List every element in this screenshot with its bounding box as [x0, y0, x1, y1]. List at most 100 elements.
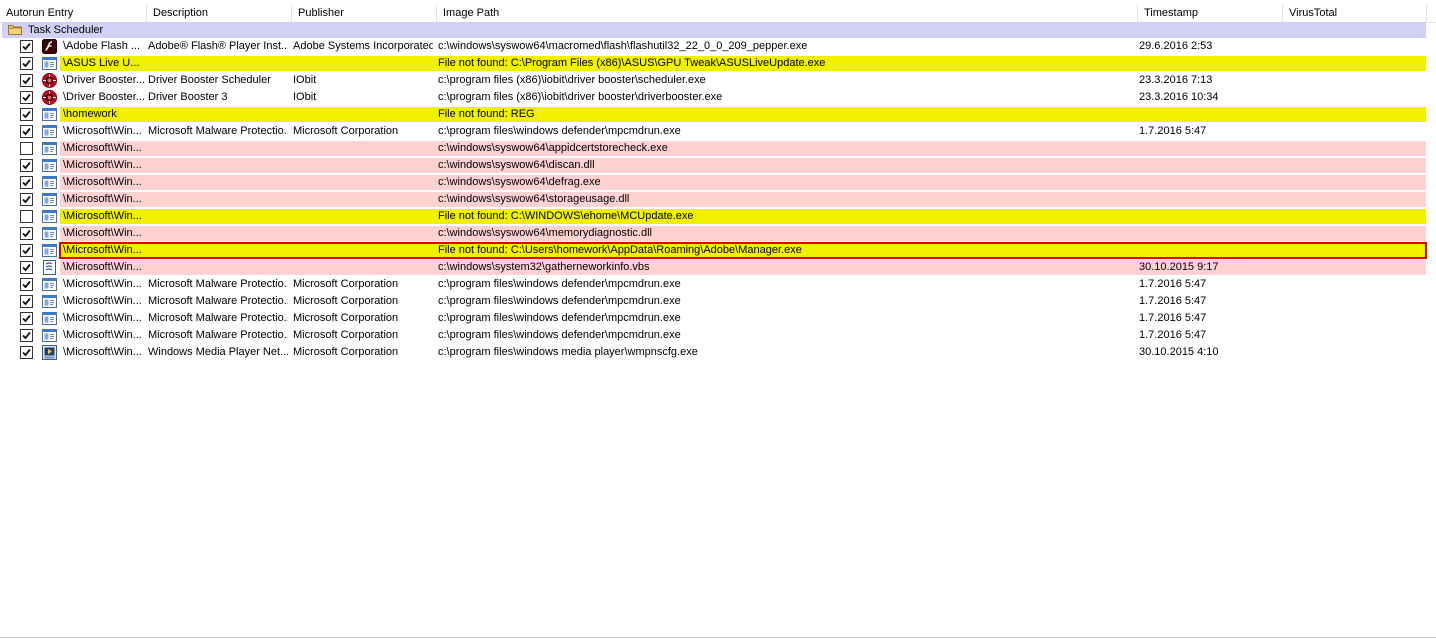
cell-image-path: File not found: REG — [438, 108, 535, 120]
cell-autorun-entry: \Microsoft\Win... — [63, 295, 142, 307]
enable-checkbox[interactable] — [20, 295, 33, 308]
enable-checkbox[interactable] — [20, 125, 33, 138]
app-window-icon — [42, 226, 57, 241]
enable-checkbox[interactable] — [20, 244, 33, 257]
cell-timestamp: 1.7.2016 5:47 — [1139, 278, 1207, 290]
enable-checkbox[interactable] — [20, 261, 33, 274]
table-row[interactable]: \Microsoft\Win... c:\windows\system32\gat… — [0, 259, 1436, 276]
table-row[interactable]: \Microsoft\Win... c:\windows\syswow64\dis… — [0, 157, 1436, 174]
cell-image-path: c:\windows\system32\gatherneworkinfo.vbs — [438, 261, 650, 273]
cell-description: Microsoft Malware Protectio... — [148, 125, 288, 137]
app-window-icon — [42, 328, 57, 343]
cell-description: Driver Booster 3 — [148, 91, 228, 103]
table-row[interactable]: \Microsoft\Win... Microsoft Malware Prote… — [0, 310, 1436, 327]
media-player-icon — [42, 345, 57, 360]
cell-description: Windows Media Player Net... — [148, 346, 288, 358]
column-autorun-entry[interactable]: Autorun Entry — [0, 4, 147, 22]
table-row[interactable]: \Microsoft\Win... Microsoft Malware Prote… — [0, 123, 1436, 140]
group-task-scheduler[interactable]: Task Scheduler — [2, 22, 1426, 38]
cell-timestamp: 29.6.2016 2:53 — [1139, 40, 1213, 52]
cell-autorun-entry: \Driver Booster... — [63, 74, 145, 86]
app-window-icon — [42, 311, 57, 326]
enable-checkbox[interactable] — [20, 278, 33, 291]
column-publisher[interactable]: Publisher — [292, 4, 437, 22]
enable-checkbox[interactable] — [20, 312, 33, 325]
cell-autorun-entry: \Microsoft\Win... — [63, 159, 142, 171]
group-label: Task Scheduler — [28, 24, 104, 36]
cell-timestamp: 1.7.2016 5:47 — [1139, 125, 1207, 137]
driver-booster-icon — [42, 73, 57, 88]
cell-autorun-entry: \homework — [63, 108, 117, 120]
cell-autorun-entry: \Microsoft\Win... — [63, 125, 142, 137]
enable-checkbox[interactable] — [20, 91, 33, 104]
cell-autorun-entry: \Microsoft\Win... — [63, 312, 142, 324]
enable-checkbox[interactable] — [20, 227, 33, 240]
script-icon — [42, 260, 57, 275]
cell-autorun-entry: \Microsoft\Win... — [63, 261, 142, 273]
column-image-path[interactable]: Image Path — [437, 4, 1138, 22]
app-window-icon — [42, 107, 57, 122]
table-row[interactable]: \Microsoft\Win... Windows Media Player Ne… — [0, 344, 1436, 361]
enable-checkbox[interactable] — [20, 176, 33, 189]
cell-description: Microsoft Malware Protectio... — [148, 329, 288, 341]
enable-checkbox[interactable] — [20, 346, 33, 359]
cell-autorun-entry: \Driver Booster... — [63, 91, 145, 103]
cell-autorun-entry: \Microsoft\Win... — [63, 244, 142, 256]
enable-checkbox[interactable] — [20, 329, 33, 342]
autorun-list: \Adobe Flash ... Adobe® Flash® Player Ins… — [0, 38, 1436, 361]
table-row[interactable]: \Microsoft\Win... File not found: C:\WIND… — [0, 208, 1436, 225]
folder-icon — [8, 25, 22, 35]
cell-description: Microsoft Malware Protectio... — [148, 295, 288, 307]
table-row[interactable]: \homework File not found: REG — [0, 106, 1436, 123]
cell-description: Driver Booster Scheduler — [148, 74, 271, 86]
cell-autorun-entry: \Microsoft\Win... — [63, 142, 142, 154]
app-window-icon — [42, 209, 57, 224]
table-row[interactable]: \Microsoft\Win... c:\windows\syswow64\app… — [0, 140, 1436, 157]
enable-checkbox[interactable] — [20, 74, 33, 87]
table-row[interactable]: \Driver Booster... Driver Booster 3 IObit c… — [0, 89, 1436, 106]
cell-image-path: c:\windows\syswow64\storageusage.dll — [438, 193, 630, 205]
cell-description: Microsoft Malware Protectio... — [148, 312, 288, 324]
cell-autorun-entry: \Adobe Flash ... — [63, 40, 141, 52]
table-row[interactable]: \Driver Booster... Driver Booster Schedul… — [0, 72, 1436, 89]
table-row[interactable]: \Microsoft\Win... c:\windows\syswow64\def… — [0, 174, 1436, 191]
status-divider — [0, 637, 1436, 638]
enable-checkbox[interactable] — [20, 40, 33, 53]
cell-publisher: Microsoft Corporation — [293, 346, 399, 358]
table-row[interactable]: \Microsoft\Win... c:\windows\syswow64\sto… — [0, 191, 1436, 208]
table-row[interactable]: \Microsoft\Win... Microsoft Malware Prote… — [0, 276, 1436, 293]
cell-timestamp: 23.3.2016 7:13 — [1139, 74, 1213, 86]
cell-image-path: c:\program files\windows defender\mpcmdr… — [438, 295, 681, 307]
table-row[interactable]: \Adobe Flash ... Adobe® Flash® Player Ins… — [0, 38, 1436, 55]
cell-image-path: c:\program files\windows defender\mpcmdr… — [438, 312, 681, 324]
cell-autorun-entry: \Microsoft\Win... — [63, 176, 142, 188]
cell-image-path: c:\program files\windows media player\wm… — [438, 346, 698, 358]
enable-checkbox[interactable] — [20, 193, 33, 206]
enable-checkbox[interactable] — [20, 108, 33, 121]
table-row[interactable]: \ASUS Live U... File not found: C:\Progra… — [0, 55, 1436, 72]
app-window-icon — [42, 294, 57, 309]
column-virustotal[interactable]: VirusTotal — [1283, 4, 1427, 22]
cell-image-path: c:\program files (x86)\iobit\driver boos… — [438, 74, 706, 86]
cell-autorun-entry: \Microsoft\Win... — [63, 210, 142, 222]
cell-image-path: c:\program files\windows defender\mpcmdr… — [438, 329, 681, 341]
cell-image-path: File not found: C:\WINDOWS\ehome\MCUpdat… — [438, 210, 694, 222]
enable-checkbox[interactable] — [20, 142, 33, 155]
table-row[interactable]: \Microsoft\Win... c:\windows\syswow64\mem… — [0, 225, 1436, 242]
table-row[interactable]: \Microsoft\Win... Microsoft Malware Prote… — [0, 327, 1436, 344]
app-window-icon — [42, 141, 57, 156]
column-header: Autorun Entry Description Publisher Imag… — [0, 4, 1436, 23]
cell-description: Adobe® Flash® Player Inst... — [148, 40, 288, 52]
column-timestamp[interactable]: Timestamp — [1138, 4, 1283, 22]
app-window-icon — [42, 158, 57, 173]
cell-publisher: IObit — [293, 91, 317, 103]
cell-autorun-entry: \ASUS Live U... — [63, 57, 140, 69]
enable-checkbox[interactable] — [20, 57, 33, 70]
app-window-icon — [42, 192, 57, 207]
enable-checkbox[interactable] — [20, 210, 33, 223]
cell-image-path: c:\program files\windows defender\mpcmdr… — [438, 278, 681, 290]
enable-checkbox[interactable] — [20, 159, 33, 172]
table-row[interactable]: \Microsoft\Win... File not found: C:\User… — [0, 242, 1436, 259]
column-description[interactable]: Description — [147, 4, 292, 22]
table-row[interactable]: \Microsoft\Win... Microsoft Malware Prote… — [0, 293, 1436, 310]
